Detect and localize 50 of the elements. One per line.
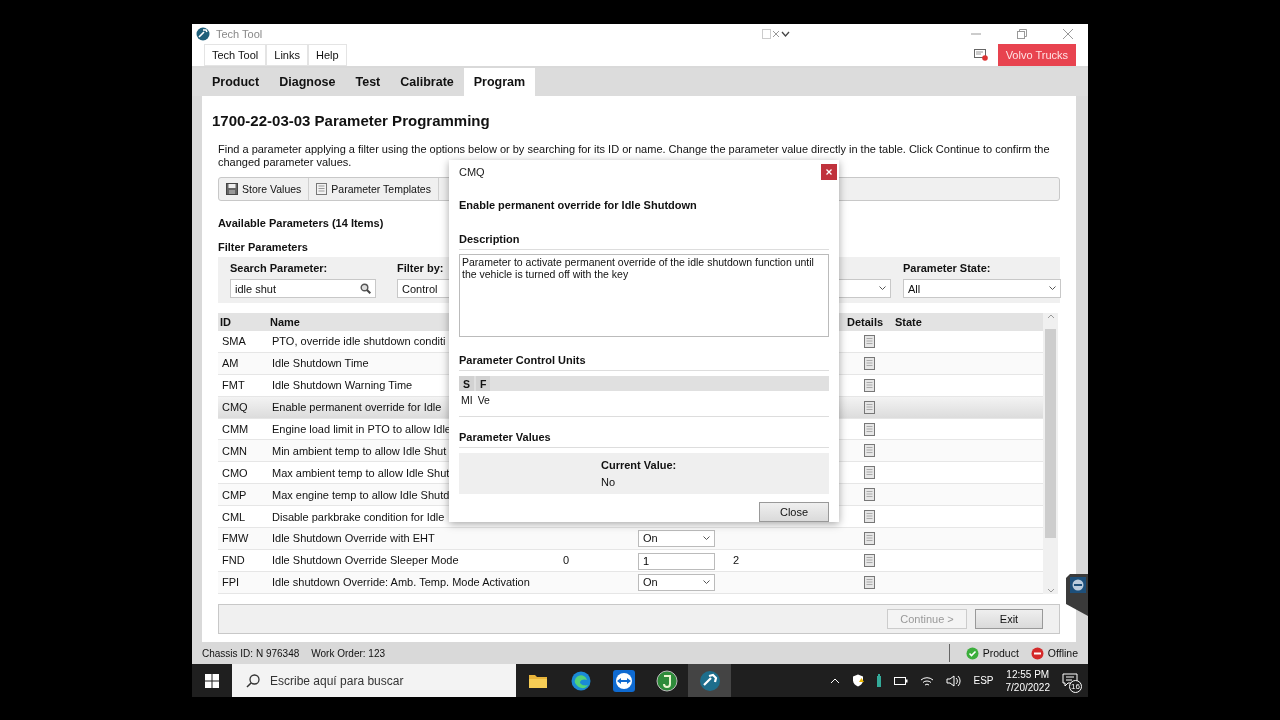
section-heading: Available Parameters (14 Items) bbox=[218, 217, 385, 229]
table-cell-text: CMO bbox=[221, 466, 248, 479]
description-text: Parameter to activate permanent override of the idle shutdown function until the vehicle is turned off with the key bbox=[459, 254, 829, 338]
table-cell-text: CMN bbox=[221, 444, 248, 457]
status-indicator: Product bbox=[982, 647, 1019, 659]
table-cell: 0 bbox=[563, 554, 570, 567]
table-cell-text: 2 bbox=[732, 554, 740, 567]
table-cell-text: CMQ bbox=[221, 401, 248, 414]
current-value-label: Current Value: bbox=[601, 458, 678, 471]
current-value: No bbox=[601, 475, 617, 488]
status-indicator: Offline bbox=[1047, 647, 1078, 659]
table-cell-text: Idle Shutdown Override with EHT bbox=[271, 532, 435, 545]
table-cell-text: PTO, override idle shutdown conditi bbox=[271, 335, 446, 348]
table-cell-text: CML bbox=[221, 510, 246, 523]
table-cell-text: CMP bbox=[221, 488, 247, 501]
table-cell-text: Idle Shutdown Warning Time bbox=[271, 379, 413, 392]
table-cell-text: Enable permanent override for Idle bbox=[271, 401, 442, 414]
section-heading: Parameter Values bbox=[459, 431, 829, 449]
table-cell-text: Idle Shutdown Time bbox=[271, 357, 369, 370]
section-heading: Parameter Control Units bbox=[459, 354, 829, 372]
section-heading: Description bbox=[459, 233, 829, 251]
table-cell-text: Max ambient temp to allow Idle Shut bbox=[271, 466, 450, 479]
table-cell-text: Min ambient temp to allow Idle Shut bbox=[271, 444, 447, 457]
section-heading: Filter Parameters bbox=[218, 241, 309, 253]
column-header: S bbox=[459, 376, 474, 391]
table-cell-text: Max engine temp to allow Idle Shutd bbox=[271, 488, 450, 501]
dialog-heading: Enable permanent override for Idle Shutdown bbox=[459, 199, 698, 212]
dialog-title: CMQ bbox=[459, 165, 485, 178]
table-cell-text: FND bbox=[221, 554, 245, 567]
page-title: 1700-22-03-03 Parameter Programming bbox=[212, 112, 491, 129]
filter-label: Parameter State: bbox=[903, 262, 991, 274]
intro-text: Find a parameter applying a filter using the options below or by searching for its ID or name. Change the parameter value directly in the table. Click Continue to confirm the changed parameter values. bbox=[218, 143, 1051, 168]
column-header: F bbox=[476, 376, 491, 391]
filter-label: Filter by: bbox=[397, 262, 444, 274]
status-text: Work Order: 123 bbox=[311, 647, 385, 659]
table-cell-text: Idle Shutdown Override Sleeper Mode bbox=[271, 554, 459, 567]
status-text: Chassis ID: N 976348 bbox=[202, 647, 300, 659]
search-label: Search Parameter: bbox=[230, 262, 328, 274]
table-cell-text: AM bbox=[221, 357, 239, 370]
window-title: Tech Tool bbox=[216, 28, 263, 40]
table-cell-text: FMW bbox=[221, 532, 249, 545]
table-cell-text: Disable parkbrake condition for Idle bbox=[271, 510, 445, 523]
table-cell: Ve bbox=[477, 393, 490, 406]
table-cell-text: SMA bbox=[221, 335, 246, 348]
table-cell-text: Idle shutdown Override: Amb. Temp. Mode Activation bbox=[271, 576, 530, 589]
table-cell: MI bbox=[461, 393, 473, 406]
notification-count: 16 bbox=[1069, 679, 1082, 693]
table-cell-text: CMM bbox=[221, 423, 249, 435]
table-cell-text: FMT bbox=[221, 379, 245, 392]
table-cell-text: FPI bbox=[221, 576, 240, 589]
